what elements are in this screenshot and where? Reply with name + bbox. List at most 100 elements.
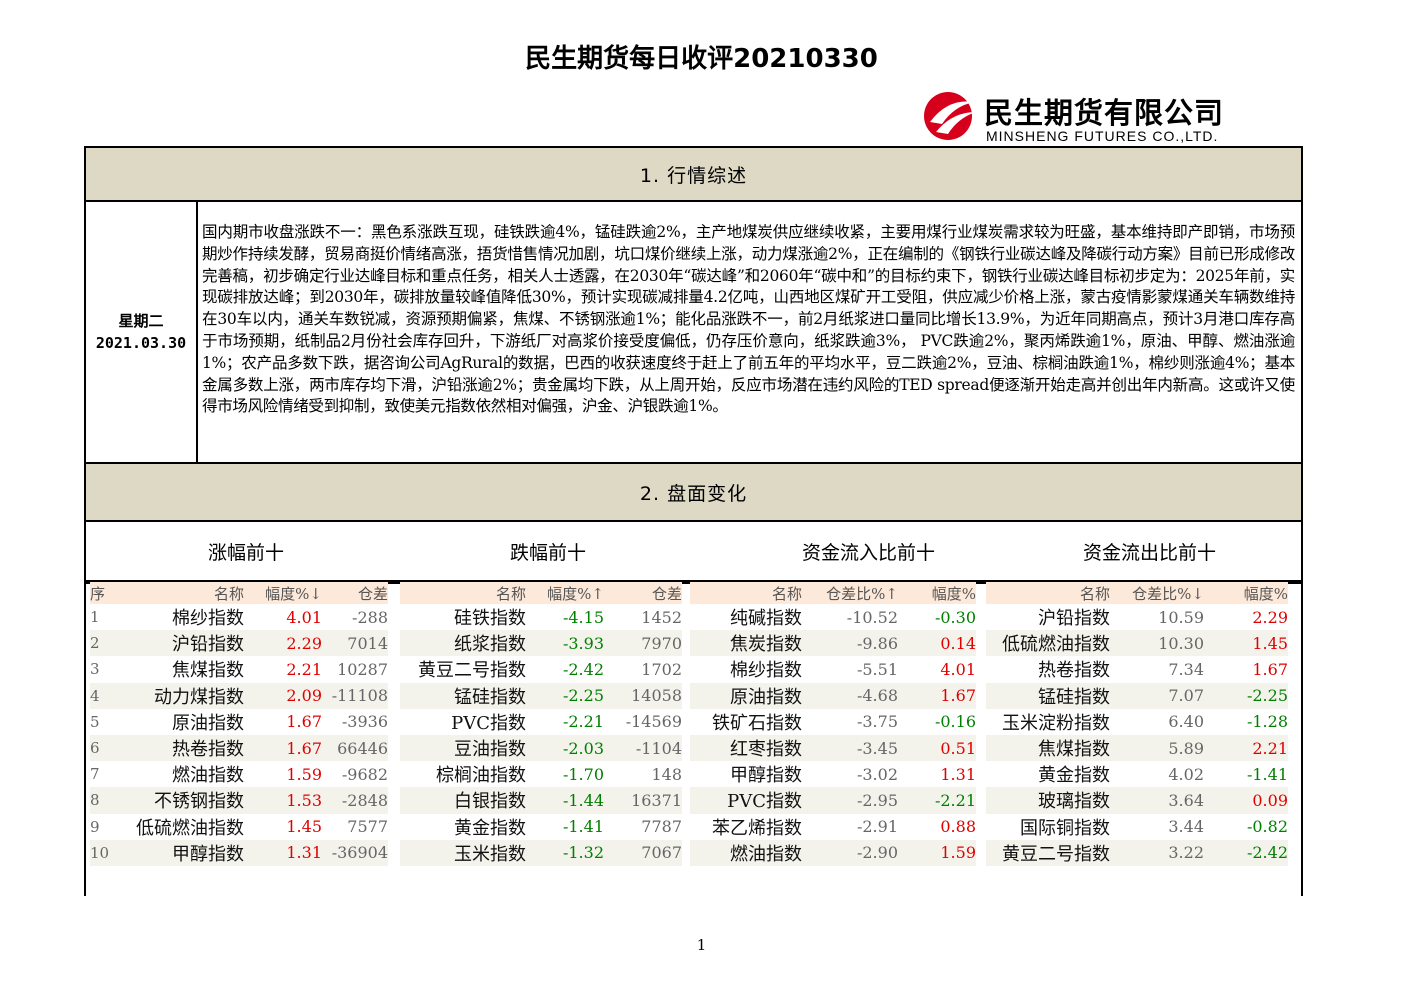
outflow-title: 资金流出比前十 [1083,541,1217,564]
inflow-table: 名称 仓差比%↑ 幅度% 纯碱指数 -10.52 -0.30 焦炭指数 -9.86 0.1… [690,582,976,866]
row-pct: 1.67 [286,712,322,732]
row-pct: -4.15 [562,607,604,627]
col-pct[interactable]: 幅度% [1204,582,1288,604]
col-ratio[interactable]: 仓差比%↓ [1110,582,1204,604]
table-row[interactable]: 1 棉纱指数 4.01 -288 [90,604,388,630]
row-ratio: 7.07 [1110,682,1204,709]
col-pct[interactable]: 幅度% [898,582,976,604]
table-row[interactable]: 纸浆指数 -3.93 7970 [400,630,682,657]
table-row[interactable]: 黄金指数 4.02 -1.41 [986,761,1288,787]
table-row[interactable]: 锰硅指数 -2.25 14058 [400,682,682,709]
table-row[interactable]: 10 甲醇指数 1.31 -36904 [90,839,388,866]
row-name: 焦煤指数 [172,660,244,682]
table-row[interactable]: 4 动力煤指数 2.09 -11108 [90,682,388,709]
row-pct: 1.45 [1204,630,1288,657]
col-oi[interactable]: 仓差 [604,582,682,604]
market-summary-text: 国内期市收盘涨跌不一：黑色系涨跌互现，硅铁跌逾4%，锰硅跌逾2%，主产地煤炭供应… [202,223,1295,416]
row-name: 铁矿石指数 [712,712,802,734]
row-name: 甲醇指数 [730,765,802,787]
row-pct: -2.03 [526,734,604,762]
col-pct[interactable]: 幅度%↓ [244,582,322,604]
table-row[interactable]: 焦炭指数 -9.86 0.14 [690,630,976,657]
table-row[interactable]: 2 沪铅指数 2.29 7014 [90,630,388,657]
table-row[interactable]: 黄金指数 -1.41 7787 [400,814,682,840]
row-name: 黄金指数 [1038,765,1110,787]
logo-en-text: MINSHENG FUTURES CO.,LTD. [986,128,1219,144]
table-row[interactable]: 白银指数 -1.44 16371 [400,787,682,814]
losers-title: 跌幅前十 [510,541,587,564]
table-row[interactable]: 国际铜指数 3.44 -0.82 [986,814,1288,840]
col-name[interactable]: 名称 [120,582,244,604]
table-row[interactable]: 黄豆二号指数 3.22 -2.42 [986,839,1288,866]
section-1-heading: 1. 行情综述 [86,148,1301,202]
table-row[interactable]: 锰硅指数 7.07 -2.25 [986,682,1288,709]
row-pct: -2.25 [1204,682,1288,709]
table-row[interactable]: 纯碱指数 -10.52 -0.30 [690,604,976,630]
row-seq: 9 [90,817,100,836]
row-seq: 1 [90,608,100,627]
table-row[interactable]: 8 不锈钢指数 1.53 -2848 [90,787,388,814]
row-pct: 1.45 [286,817,322,837]
row-oi: -14569 [625,712,682,732]
table-row[interactable]: 6 热卷指数 1.67 66446 [90,734,388,762]
table-row[interactable]: 苯乙烯指数 -2.91 0.88 [690,814,976,840]
table-row[interactable]: 铁矿石指数 -3.75 -0.16 [690,709,976,735]
row-pct: 4.01 [286,607,322,627]
row-oi: -3936 [341,712,388,732]
col-name[interactable]: 名称 [400,582,526,604]
row-pct: 1.31 [940,764,976,784]
minsheng-logo-icon [924,92,976,140]
col-oi[interactable]: 仓差 [322,582,388,604]
table-row[interactable]: 热卷指数 7.34 1.67 [986,656,1288,682]
col-name[interactable]: 名称 [986,582,1110,604]
row-seq: 4 [90,682,120,709]
row-name: 豆油指数 [400,734,526,762]
col-ratio[interactable]: 仓差比%↑ [802,582,898,604]
row-pct: -2.42 [562,659,604,679]
table-row[interactable]: 甲醇指数 -3.02 1.31 [690,761,976,787]
row-ratio: 10.30 [1110,630,1204,657]
table-row[interactable]: 原油指数 -4.68 1.67 [690,682,976,709]
row-ratio: -3.02 [856,764,898,784]
row-name: 焦炭指数 [690,630,802,657]
outflow-table: 名称 仓差比%↓ 幅度% 沪铅指数 10.59 2.29 低硫燃油指数 10.30 1.4… [986,582,1288,866]
row-pct: -3.93 [526,630,604,657]
row-seq: 3 [90,660,100,679]
row-ratio: 7.34 [1168,659,1204,679]
table-row[interactable]: 5 原油指数 1.67 -3936 [90,709,388,735]
table-row[interactable]: 豆油指数 -2.03 -1104 [400,734,682,762]
table-row[interactable]: 9 低硫燃油指数 1.45 7577 [90,814,388,840]
table-row[interactable]: 玻璃指数 3.64 0.09 [986,787,1288,814]
table-row[interactable]: 棉纱指数 -5.51 4.01 [690,656,976,682]
weekday-label: 星期二 [118,312,164,330]
row-name: 黄豆二号指数 [418,660,526,682]
table-row[interactable]: 7 燃油指数 1.59 -9682 [90,761,388,787]
col-name[interactable]: 名称 [690,582,802,604]
table-row[interactable]: 低硫燃油指数 10.30 1.45 [986,630,1288,657]
row-name: 棕榈油指数 [436,765,526,787]
table-row[interactable]: 沪铅指数 10.59 2.29 [986,604,1288,630]
row-pct: 0.51 [898,734,976,762]
col-pct[interactable]: 幅度%↑ [526,582,604,604]
table-row[interactable]: 3 焦煤指数 2.21 10287 [90,656,388,682]
row-oi: 10287 [337,659,388,679]
row-pct: -2.21 [898,787,976,814]
table-row[interactable]: PVC指数 -2.21 -14569 [400,709,682,735]
table-row[interactable]: 玉米淀粉指数 6.40 -1.28 [986,709,1288,735]
table-row[interactable]: 黄豆二号指数 -2.42 1702 [400,656,682,682]
row-ratio: -3.45 [802,734,898,762]
row-name: 棉纱指数 [172,608,244,630]
table-row[interactable]: 红枣指数 -3.45 0.51 [690,734,976,762]
table-row[interactable]: 燃油指数 -2.90 1.59 [690,839,976,866]
page-title: 民生期货每日收评20210330 [525,44,878,74]
table-row[interactable]: 焦煤指数 5.89 2.21 [986,734,1288,762]
table-row[interactable]: 玉米指数 -1.32 7067 [400,839,682,866]
row-oi: 7014 [322,630,388,657]
row-name: 燃油指数 [172,765,244,787]
table-row[interactable]: PVC指数 -2.95 -2.21 [690,787,976,814]
table-row[interactable]: 棕榈油指数 -1.70 148 [400,761,682,787]
row-name: 白银指数 [400,787,526,814]
row-pct: -1.41 [1246,764,1288,784]
table-row[interactable]: 硅铁指数 -4.15 1452 [400,604,682,630]
row-oi: 16371 [604,787,682,814]
